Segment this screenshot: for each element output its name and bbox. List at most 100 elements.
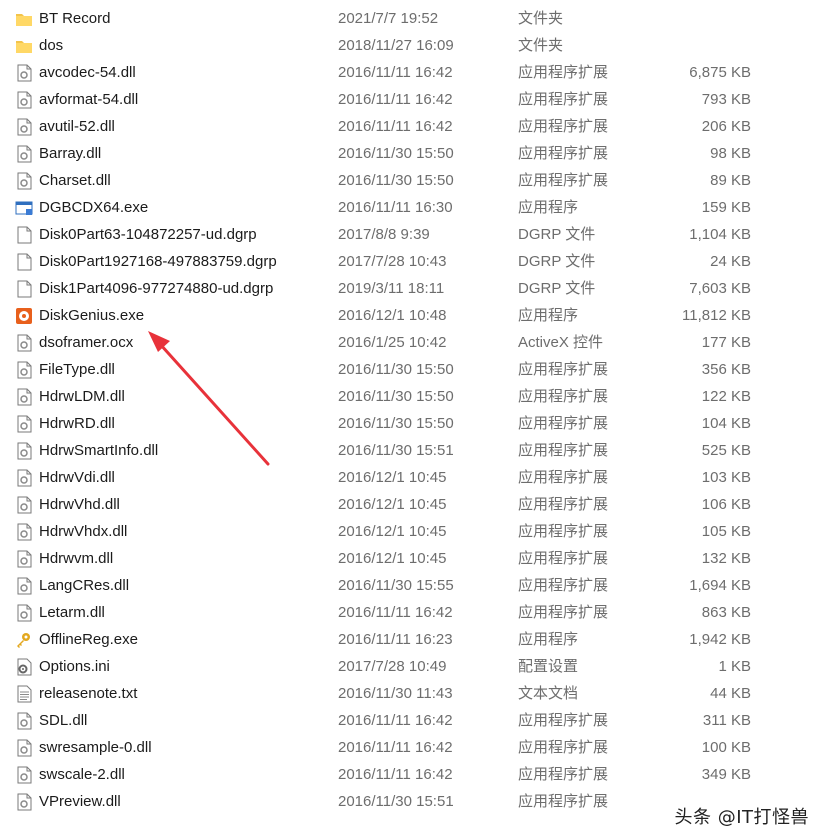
- blank-file-icon: [15, 253, 33, 271]
- dll-icon: [15, 118, 33, 136]
- file-name: DGBCDX64.exe: [39, 199, 149, 216]
- file-type: 应用程序扩展: [518, 415, 609, 432]
- file-type: 应用程序扩展: [518, 766, 609, 783]
- file-row[interactable]: swscale-2.dll 2016/11/11 16:42 应用程序扩展 349 K…: [0, 761, 825, 788]
- file-size: 104 KB: [701, 415, 751, 432]
- file-name: HdrwSmartInfo.dll: [39, 442, 159, 459]
- file-type: 应用程序扩展: [518, 496, 609, 513]
- file-size: 7,603 KB: [689, 280, 751, 297]
- file-type: 配置设置: [518, 658, 579, 675]
- file-row[interactable]: Hdrwvm.dll 2016/12/1 10:45 应用程序扩展 132 KB: [0, 545, 825, 572]
- file-date-modified: 2016/12/1 10:45: [338, 469, 447, 486]
- file-name: BT Record: [39, 10, 111, 27]
- file-date-modified: 2016/11/11 16:23: [338, 631, 453, 648]
- key-icon: [15, 631, 33, 649]
- file-row[interactable]: HdrwVdi.dll 2016/12/1 10:45 应用程序扩展 103 KB: [0, 464, 825, 491]
- file-name: dos: [39, 37, 64, 54]
- file-date-modified: 2016/11/30 15:51: [338, 793, 454, 810]
- file-date-modified: 2017/8/8 9:39: [338, 226, 430, 243]
- file-name: HdrwVhd.dll: [39, 496, 120, 513]
- file-row[interactable]: Barray.dll 2016/11/30 15:50 应用程序扩展 98 KB: [0, 140, 825, 167]
- watermark-text: 头条 @IT打怪兽: [674, 807, 809, 828]
- file-row[interactable]: OfflineReg.exe 2016/11/11 16:23 应用程序 1,942 …: [0, 626, 825, 653]
- file-row[interactable]: Options.ini 2017/7/28 10:49 配置设置 1 KB: [0, 653, 825, 680]
- file-type: 应用程序: [518, 631, 579, 648]
- file-name: HdrwLDM.dll: [39, 388, 125, 405]
- file-name: swscale-2.dll: [39, 766, 125, 783]
- file-date-modified: 2016/11/30 15:50: [338, 361, 454, 378]
- file-size: 525 KB: [701, 442, 751, 459]
- file-type: 应用程序扩展: [518, 604, 609, 621]
- file-row[interactable]: Disk0Part1927168-497883759.dgrp 2017/7/28…: [0, 248, 825, 275]
- file-row[interactable]: avcodec-54.dll 2016/11/11 16:42 应用程序扩展 6,87…: [0, 59, 825, 86]
- file-size: 106 KB: [701, 496, 751, 513]
- file-row[interactable]: HdrwRD.dll 2016/11/30 15:50 应用程序扩展 104 KB: [0, 410, 825, 437]
- dll-icon: [15, 469, 33, 487]
- file-size: 311 KB: [702, 712, 751, 729]
- file-size: 105 KB: [701, 523, 751, 540]
- file-row[interactable]: FileType.dll 2016/11/30 15:50 应用程序扩展 356 KB: [0, 356, 825, 383]
- file-size: 132 KB: [701, 550, 751, 567]
- file-size: 11,812 KB: [682, 307, 751, 324]
- file-row[interactable]: HdrwVhd.dll 2016/12/1 10:45 应用程序扩展 106 KB: [0, 491, 825, 518]
- file-size: 356 KB: [701, 361, 751, 378]
- file-date-modified: 2016/11/11 16:30: [338, 199, 453, 216]
- file-row[interactable]: releasenote.txt 2016/11/30 11:43 文本文档 44 KB: [0, 680, 825, 707]
- file-row[interactable]: LangCRes.dll 2016/11/30 15:55 应用程序扩展 1,694 …: [0, 572, 825, 599]
- file-name: Letarm.dll: [39, 604, 105, 621]
- dll-icon: [15, 172, 33, 190]
- file-type: 应用程序扩展: [518, 523, 609, 540]
- file-type: 应用程序扩展: [518, 469, 609, 486]
- file-row[interactable]: HdrwVhdx.dll 2016/12/1 10:45 应用程序扩展 105 KB: [0, 518, 825, 545]
- file-row[interactable]: Charset.dll 2016/11/30 15:50 应用程序扩展 89 KB: [0, 167, 825, 194]
- file-row[interactable]: DiskGenius.exe 2016/12/1 10:48 应用程序 11,812 …: [0, 302, 825, 329]
- file-date-modified: 2016/11/30 11:43: [338, 685, 453, 702]
- file-type: 应用程序扩展: [518, 172, 609, 189]
- file-type: 应用程序: [518, 199, 579, 216]
- file-row[interactable]: avutil-52.dll 2016/11/11 16:42 应用程序扩展 206 K…: [0, 113, 825, 140]
- file-date-modified: 2018/11/27 16:09: [338, 37, 454, 54]
- file-row[interactable]: Disk1Part4096-977274880-ud.dgrp 2019/3/11…: [0, 275, 825, 302]
- file-name: Hdrwvm.dll: [39, 550, 114, 567]
- file-date-modified: 2016/11/30 15:55: [338, 577, 454, 594]
- file-size: 103 KB: [701, 469, 751, 486]
- file-date-modified: 2016/11/11 16:42: [338, 118, 453, 135]
- dll-icon: [15, 415, 33, 433]
- file-type: 应用程序扩展: [518, 577, 609, 594]
- file-type: 文件夹: [518, 10, 564, 27]
- file-row[interactable]: SDL.dll 2016/11/11 16:42 应用程序扩展 311 KB: [0, 707, 825, 734]
- file-row[interactable]: dos 2018/11/27 16:09 文件夹: [0, 32, 825, 59]
- dll-icon: [15, 388, 33, 406]
- file-row[interactable]: Disk0Part63-104872257-ud.dgrp 2017/8/8 9:…: [0, 221, 825, 248]
- file-type: DGRP 文件: [518, 226, 596, 243]
- file-row[interactable]: avformat-54.dll 2016/11/11 16:42 应用程序扩展 793…: [0, 86, 825, 113]
- dll-icon: [15, 550, 33, 568]
- file-row[interactable]: DGBCDX64.exe 2016/11/11 16:30 应用程序 159 KB: [0, 194, 825, 221]
- file-size: 24 KB: [710, 253, 751, 270]
- dll-icon: [15, 523, 33, 541]
- file-size: 177 KB: [701, 334, 751, 351]
- file-row[interactable]: Letarm.dll 2016/11/11 16:42 应用程序扩展 863 KB: [0, 599, 825, 626]
- file-row[interactable]: dsoframer.ocx 2016/1/25 10:42 ActiveX 控件 17…: [0, 329, 825, 356]
- file-size: 206 KB: [701, 118, 751, 135]
- text-file-icon: [15, 685, 33, 703]
- file-name: releasenote.txt: [39, 685, 138, 702]
- blank-file-icon: [15, 280, 33, 298]
- file-row[interactable]: BT Record 2021/7/7 19:52 文件夹: [0, 5, 825, 32]
- ini-icon: [15, 658, 33, 676]
- file-row[interactable]: swresample-0.dll 2016/11/11 16:42 应用程序扩展 10…: [0, 734, 825, 761]
- file-date-modified: 2019/3/11 18:11: [338, 280, 445, 297]
- file-name: SDL.dll: [39, 712, 88, 729]
- file-row[interactable]: HdrwLDM.dll 2016/11/30 15:50 应用程序扩展 122 KB: [0, 383, 825, 410]
- file-row[interactable]: HdrwSmartInfo.dll 2016/11/30 15:51 应用程序扩展 5…: [0, 437, 825, 464]
- file-date-modified: 2016/11/11 16:42: [338, 712, 453, 729]
- file-date-modified: 2016/12/1 10:48: [338, 307, 447, 324]
- dll-icon: [15, 793, 33, 811]
- file-type: 应用程序扩展: [518, 118, 609, 135]
- blank-file-icon: [15, 226, 33, 244]
- file-name: OfflineReg.exe: [39, 631, 138, 648]
- file-type: 应用程序: [518, 307, 579, 324]
- file-name: avutil-52.dll: [39, 118, 115, 135]
- dll-icon: [15, 361, 33, 379]
- file-name: Disk1Part4096-977274880-ud.dgrp: [39, 280, 274, 297]
